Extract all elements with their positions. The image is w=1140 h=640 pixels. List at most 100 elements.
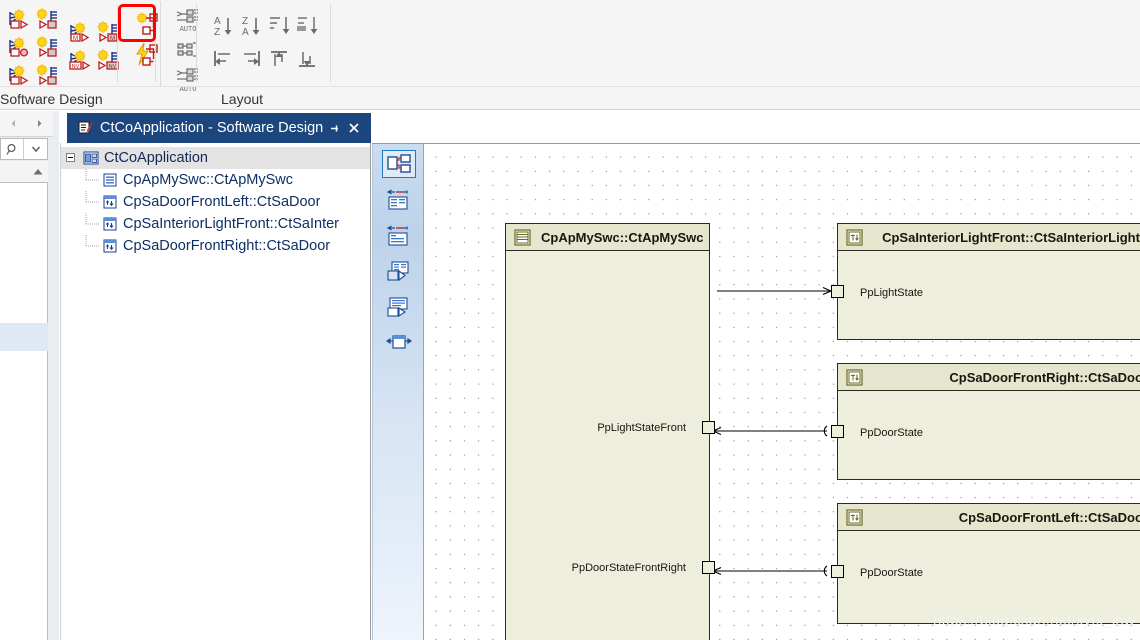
composition-port-provide-icon[interactable]	[6, 6, 32, 32]
svg-text:NV: NV	[72, 64, 80, 70]
panel-content-area	[0, 183, 48, 640]
document-tab-active[interactable]: CtCoApplication - Software Design	[67, 113, 371, 143]
svg-text:Z: Z	[242, 16, 248, 27]
composition-view-icon[interactable]	[382, 150, 416, 178]
software-design-icon-cluster-2: M M NV NV	[63, 15, 124, 73]
port-label-pplightstatefront: PpLightStateFront	[597, 422, 686, 434]
application-swc-icon	[102, 172, 118, 188]
tree-connector	[83, 169, 102, 191]
sensor-actuator-swc-icon	[846, 508, 863, 526]
port-label-ppdoorstatefrontright: PpDoorStateFrontRight	[571, 562, 686, 574]
component-block-cpapmyswc[interactable]: CpApMySwc::CtApMySwc PpLightStateFront P…	[505, 223, 715, 640]
component-block-cpsainteriorlightfront[interactable]: CpSaInteriorLightFront::CtSaInteriorLigh…	[831, 223, 1140, 340]
port-interface-list-top-icon[interactable]	[382, 186, 416, 214]
component-block-cpsadoorfrontleft[interactable]: CpSaDoorFrontLeft::CtSaDoor PpDoorState	[831, 503, 1140, 624]
composition-port-edge-icon[interactable]	[6, 62, 32, 88]
port-marker-required[interactable]	[831, 285, 845, 303]
composition-root-icon	[83, 150, 99, 166]
tree-item-ctcoapplication[interactable]: CtCoApplication	[61, 147, 370, 169]
internal-behavior-icon[interactable]	[382, 258, 416, 286]
composition-connector-highlighted-icon[interactable]	[134, 8, 160, 38]
component-title: CpSaInteriorLightFront::CtSaInteriorLigh…	[882, 229, 1140, 245]
composition-port-circle-icon[interactable]	[6, 34, 32, 60]
chevron-right-icon[interactable]	[26, 111, 52, 137]
runnable-list-icon[interactable]	[382, 294, 416, 322]
composition-port-flag-icon[interactable]	[34, 6, 60, 32]
composition-port-edge-flag-icon[interactable]	[34, 62, 60, 88]
svg-text:Z: Z	[214, 27, 220, 38]
chevron-left-icon[interactable]	[0, 111, 26, 137]
ribbon-toolbar: M M NV NV AUTO AUTO A Z Z A Software Des…	[0, 0, 1140, 110]
ribbon-group-label-layout: Layout	[221, 91, 264, 107]
svg-text:M: M	[73, 36, 78, 42]
svg-text:NV: NV	[109, 64, 117, 70]
left-dock-panel	[0, 111, 59, 640]
composition-port-square-icon[interactable]	[34, 34, 60, 60]
component-title: CpSaDoorFrontLeft::CtSaDoor	[958, 509, 1140, 525]
search-toolbar	[0, 138, 48, 160]
tree-item-label: CpSaDoorFrontLeft::CtSaDoor	[123, 194, 321, 210]
tree-item-cpsadoorfrontright[interactable]: CpSaDoorFrontRight::CtSaDoor	[61, 235, 370, 257]
tree-expander[interactable]	[61, 147, 83, 169]
tree-item-label: CtCoApplication	[104, 150, 208, 166]
sensor-actuator-swc-icon	[102, 216, 118, 232]
port-marker-provided[interactable]	[831, 565, 845, 583]
port-label-ppdoorstate: PpDoorState	[860, 427, 923, 439]
port-label-pplightstate: PpLightState	[860, 287, 923, 299]
port-label-ppdoorstate: PpDoorState	[860, 567, 923, 579]
tree-item-cpsainteriorlightfront[interactable]: CpSaInteriorLightFront::CtSaInter	[61, 213, 370, 235]
software-design-icon-cluster-3	[130, 4, 163, 70]
chevron-up-icon[interactable]	[32, 163, 44, 181]
composition-port-nv-icon[interactable]: NV	[67, 47, 93, 73]
chevron-down-icon[interactable]	[24, 139, 47, 159]
sensor-actuator-swc-icon	[846, 368, 863, 386]
watermark-text: https://blog.csdn.net/xyfx_lnw	[933, 612, 1135, 629]
sort-rows-down-icon[interactable]	[265, 10, 293, 44]
document-tab-title: CtCoApplication - Software Design	[100, 120, 324, 136]
ribbon-group-label-software-design: Software Design	[0, 91, 103, 107]
application-swc-icon	[514, 228, 531, 246]
tree-item-cpapmyswc[interactable]: CpApMySwc::CtApMySwc	[61, 169, 370, 191]
port-marker-provided[interactable]	[702, 421, 715, 439]
port-interface-list-bottom-icon[interactable]	[382, 222, 416, 250]
layout-icon-grid: AZ ZA	[205, 6, 324, 78]
composition-port-mode-icon[interactable]: M	[67, 19, 93, 45]
component-header: CpSaDoorFrontRight::CtSaDoor	[838, 364, 1140, 391]
tree-connector	[83, 191, 102, 213]
ribbon-group-labels: Software Design Layout	[0, 1, 1140, 110]
diagram-canvas[interactable]: CpApMySwc::CtApMySwc PpLightStateFront P…	[425, 144, 1140, 640]
sensor-actuator-swc-icon	[102, 238, 118, 254]
auto-layout-top-icon[interactable]: AUTO	[175, 6, 201, 34]
align-left-icon[interactable]	[209, 44, 237, 78]
svg-text:M: M	[110, 36, 115, 42]
sort-az-descending-icon[interactable]: AZ	[209, 10, 237, 44]
component-title: CpApMySwc::CtApMySwc	[541, 229, 704, 245]
tree-connector	[83, 213, 102, 235]
close-icon[interactable]	[347, 120, 362, 136]
align-bottom-icon[interactable]	[293, 44, 321, 78]
model-tree-pane: CtCoApplication CpApMySwc::CtApMySwc CpS…	[60, 143, 371, 640]
sensor-actuator-swc-icon	[846, 228, 863, 246]
component-header: CpSaInteriorLightFront::CtSaInteriorLigh…	[838, 224, 1140, 251]
search-icon[interactable]	[1, 139, 24, 159]
composition-connector-lightning-icon[interactable]	[134, 40, 160, 70]
panel-selected-row[interactable]	[0, 323, 48, 351]
ribbon-group-layout: AZ ZA	[205, 0, 324, 86]
panel-collapse-header	[0, 161, 48, 183]
software-design-editor-icon	[78, 120, 94, 136]
port-marker-required[interactable]	[702, 561, 715, 579]
port-marker-provided[interactable]	[831, 425, 845, 443]
pin-icon[interactable]	[327, 120, 342, 136]
align-rows-icon[interactable]	[175, 36, 201, 64]
ribbon-divider-3	[196, 4, 197, 82]
auto-layout-icon-cluster: AUTO AUTO	[171, 2, 204, 94]
port-connector-icon[interactable]	[382, 330, 416, 358]
align-top-icon[interactable]	[265, 44, 293, 78]
component-header: CpSaDoorFrontLeft::CtSaDoor	[838, 504, 1140, 531]
sort-blocks-down-icon[interactable]	[293, 10, 321, 44]
component-block-cpsadoorfrontright[interactable]: CpSaDoorFrontRight::CtSaDoor PpDoorState	[831, 363, 1140, 480]
tree-item-cpsadoorfrontleft[interactable]: CpSaDoorFrontLeft::CtSaDoor	[61, 191, 370, 213]
sort-za-descending-icon[interactable]: ZA	[237, 10, 265, 44]
ribbon-group-software-design: M M NV NV AUTO AUTO	[0, 0, 1140, 94]
align-right-icon[interactable]	[237, 44, 265, 78]
